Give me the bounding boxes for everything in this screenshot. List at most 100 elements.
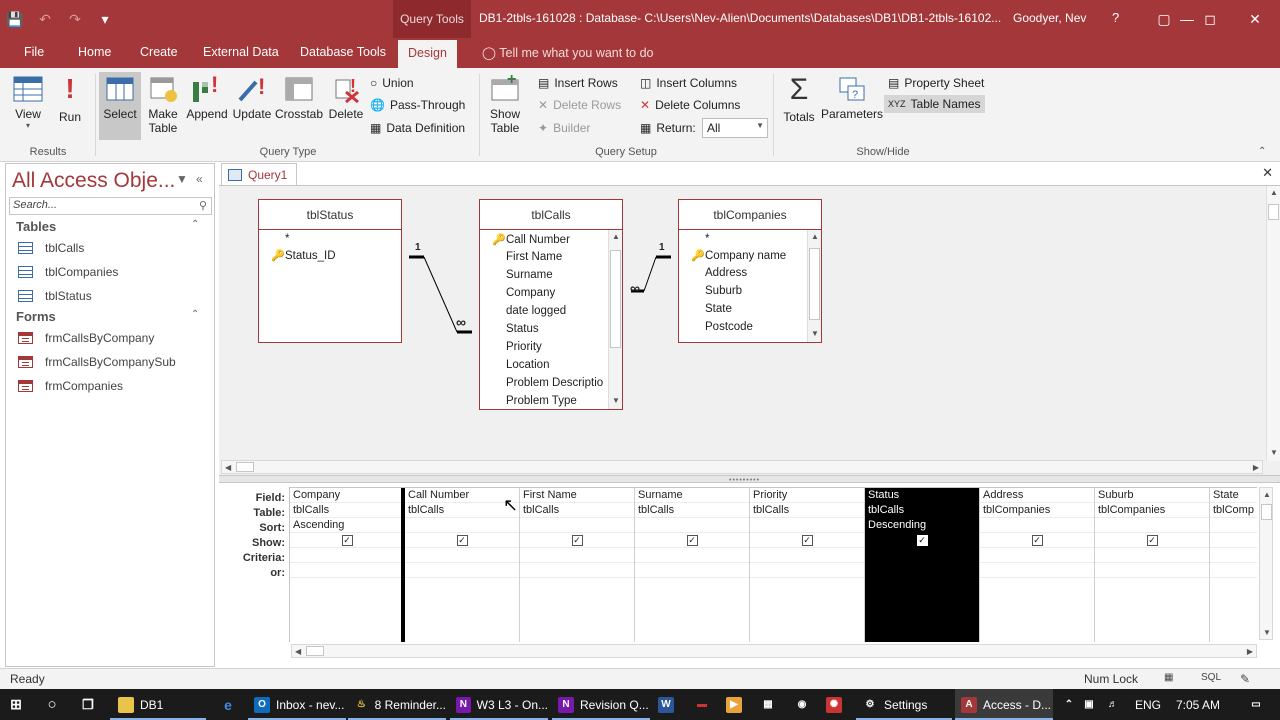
nav-item-frmcallsbycompany[interactable]: frmCallsByCompany xyxy=(18,331,154,345)
field-list-scrollbar[interactable]: ▲ ▼ xyxy=(807,230,821,342)
table-box-title[interactable]: tblCompanies xyxy=(679,200,821,230)
field-item[interactable]: Status xyxy=(492,323,539,335)
grid-column-state[interactable]: State tblComp xyxy=(1210,488,1257,642)
grid-cell-criteria[interactable] xyxy=(1210,548,1257,563)
grid-column-status[interactable]: Status tblCalls Descending ✓ xyxy=(865,488,980,642)
scroll-thumb[interactable] xyxy=(1261,504,1272,520)
sql-view-button[interactable]: SQL xyxy=(1201,672,1221,683)
grid-cell-field[interactable]: Call Number xyxy=(405,488,519,503)
grid-cell-criteria[interactable] xyxy=(290,548,404,563)
insert-rows-button[interactable]: ▤ Insert Rows xyxy=(538,76,618,90)
scroll-down-icon[interactable]: ▼ xyxy=(1263,628,1271,637)
grid-column-first-name[interactable]: First Name tblCalls ✓ xyxy=(520,488,635,642)
grid-cell-sort[interactable] xyxy=(980,518,1094,533)
show-checkbox[interactable]: ✓ xyxy=(456,534,468,546)
collapse-ribbon-icon[interactable]: ⌃ xyxy=(1258,146,1266,157)
grid-cell-criteria[interactable] xyxy=(980,548,1094,563)
clock[interactable]: 7:05 AM xyxy=(1176,689,1220,720)
table-box-title[interactable]: tblCalls xyxy=(480,200,622,230)
chevron-up-icon[interactable]: ⌃ xyxy=(1062,689,1076,720)
table-pane[interactable]: 1 ∞ ∞ 1 tblStatus * 🔑Status_ID tblCalls … xyxy=(219,185,1280,475)
grid-cell-table[interactable]: tblCompanies xyxy=(1095,503,1209,518)
grid-cell-show[interactable]: ✓ xyxy=(405,533,519,548)
start-icon[interactable]: ⊞ xyxy=(8,689,32,720)
grid-cell-table[interactable]: tblCalls xyxy=(865,503,979,518)
grid-cell-or[interactable] xyxy=(1210,563,1257,578)
field-item[interactable]: Company xyxy=(492,287,555,299)
scroll-up-icon[interactable]: ▲ xyxy=(811,232,819,241)
grid-cell-criteria[interactable] xyxy=(405,548,519,563)
taskbar-item-db1[interactable]: DB1 xyxy=(110,689,206,720)
field-item[interactable]: * xyxy=(271,233,289,245)
grid-cell-criteria[interactable] xyxy=(520,548,634,563)
redo-icon[interactable]: ↷ xyxy=(60,4,90,34)
grid-cell-show[interactable]: ✓ xyxy=(980,533,1094,548)
field-item[interactable]: Address xyxy=(691,267,747,279)
grid-cell-or[interactable] xyxy=(865,563,979,578)
table-names-button[interactable]: XYZ Table Names xyxy=(884,95,985,113)
update-button[interactable]: ! Update xyxy=(232,74,272,140)
grid-cell-or[interactable] xyxy=(520,563,634,578)
customize-qat-icon[interactable]: ▾ xyxy=(90,4,120,34)
pane-splitter[interactable]: ••••••••• xyxy=(219,475,1280,484)
field-item[interactable]: State xyxy=(691,303,732,315)
grid-cell-field[interactable]: Priority xyxy=(750,488,864,503)
grid-cell-field[interactable]: State xyxy=(1210,488,1257,503)
nav-item-frmcallsbycompanysub[interactable]: frmCallsByCompanySub xyxy=(18,355,176,369)
field-item[interactable]: Postcode xyxy=(691,321,753,333)
edge-icon[interactable]: e xyxy=(220,689,242,720)
notifications-icon[interactable]: ▭ xyxy=(1248,689,1268,720)
tab-home[interactable]: Home xyxy=(78,45,111,59)
field-item[interactable]: Location xyxy=(492,359,549,371)
nav-item-frmcompanies[interactable]: frmCompanies xyxy=(18,379,123,393)
show-checkbox[interactable]: ✓ xyxy=(341,534,353,546)
grid-cell-show[interactable]: ✓ xyxy=(290,533,404,548)
grid-cell-sort[interactable]: Descending xyxy=(865,518,979,533)
collapse-up-icon[interactable]: ⌃ xyxy=(191,309,199,320)
delete-query-button[interactable]: ! Delete xyxy=(327,74,365,140)
grid-cell-field[interactable]: First Name xyxy=(520,488,634,503)
task-view-icon[interactable]: ❐ xyxy=(80,689,102,720)
tab-create[interactable]: Create xyxy=(140,45,178,59)
grid-column-surname[interactable]: Surname tblCalls ✓ xyxy=(635,488,750,642)
grid-cell-table[interactable]: tblCalls xyxy=(290,503,404,518)
data-definition-button[interactable]: ▦ Data Definition xyxy=(370,121,465,135)
table-box-tblcalls[interactable]: tblCalls 🔑Call Number First Name Surname… xyxy=(479,199,623,410)
nav-pane-title[interactable]: All Access Obje... xyxy=(12,169,175,193)
grid-cell-criteria[interactable] xyxy=(865,548,979,563)
search-icon[interactable]: ⚲ xyxy=(199,199,207,212)
nav-section-forms[interactable]: Forms ⌃ xyxy=(16,309,211,324)
grid-cell-or[interactable] xyxy=(1095,563,1209,578)
tab-database-tools[interactable]: Database Tools xyxy=(300,45,386,59)
grid-column-company[interactable]: Company tblCalls Ascending ✓ xyxy=(290,488,405,642)
grid-cell-table[interactable]: tblComp xyxy=(1210,503,1257,518)
grid-cell-sort[interactable] xyxy=(635,518,749,533)
grid-cell-show[interactable]: ✓ xyxy=(520,533,634,548)
totals-button[interactable]: Σ Totals xyxy=(780,74,818,140)
taskbar-item-access[interactable]: A Access - D... xyxy=(955,689,1053,720)
nav-item-tblstatus[interactable]: tblStatus xyxy=(18,289,92,303)
scroll-thumb[interactable] xyxy=(306,646,324,656)
field-item[interactable]: * xyxy=(691,233,709,245)
scroll-up-icon[interactable]: ▲ xyxy=(612,232,620,241)
field-item[interactable]: date logged xyxy=(492,305,566,317)
grid-hscroll[interactable]: ◀ ▶ xyxy=(291,644,1257,658)
grid-cell-table[interactable]: tblCalls xyxy=(635,503,749,518)
show-table-button[interactable]: + Show Table xyxy=(484,74,526,144)
grid-cell-sort[interactable] xyxy=(405,518,519,533)
scroll-down-icon[interactable]: ▼ xyxy=(1270,448,1278,457)
document-tab-query1[interactable]: Query1 xyxy=(221,163,297,185)
field-item[interactable]: 🔑Status_ID xyxy=(271,249,336,262)
language-indicator[interactable]: ENG xyxy=(1135,689,1161,720)
signed-in-user[interactable]: Goodyer, Nev xyxy=(1013,11,1086,25)
scroll-down-icon[interactable]: ▼ xyxy=(811,329,819,338)
grid-cell-sort[interactable] xyxy=(520,518,634,533)
grid-cell-field[interactable]: Surname xyxy=(635,488,749,503)
field-item[interactable]: Problem Descriptio xyxy=(492,377,604,389)
close-window-icon[interactable]: ✕ xyxy=(1232,0,1278,38)
grid-column-suburb[interactable]: Suburb tblCompanies ✓ xyxy=(1095,488,1210,642)
grid-cell-table[interactable]: tblCalls xyxy=(405,503,519,518)
field-item[interactable]: Priority xyxy=(492,341,542,353)
grid-cell-field[interactable]: Status xyxy=(865,488,979,503)
chrome-icon[interactable]: ◉ xyxy=(794,689,816,720)
